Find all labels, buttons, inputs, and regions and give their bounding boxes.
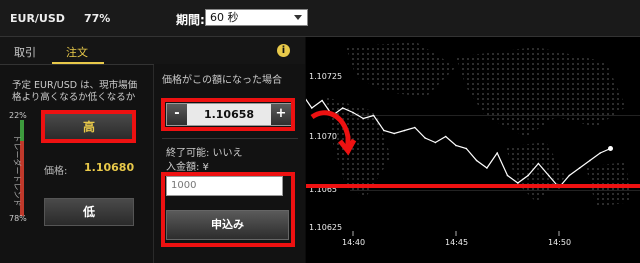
price-point: [547, 174, 550, 177]
price-point: [527, 174, 529, 177]
price-point: [475, 159, 478, 162]
price-hint: 価格がこの額になった場合: [162, 75, 282, 86]
x-tick-label: 14:45: [445, 238, 469, 247]
price-point: [311, 107, 313, 109]
top-bar: EUR/USD 77% 期間: 60 秒: [0, 0, 640, 37]
y-tick-label: 1.10725: [309, 72, 343, 81]
price-point: [383, 129, 385, 132]
payout-percent: 77%: [84, 12, 111, 25]
x-tick-label: 14:50: [548, 238, 572, 247]
trend-up-percent: 22%: [9, 111, 27, 120]
price-point: [362, 117, 365, 120]
price-point: [506, 174, 509, 177]
y-tick-label: 1.10625: [309, 223, 343, 232]
highlight-amount-apply: [161, 172, 295, 247]
divider: [162, 138, 298, 139]
x-tick-label: 14:40: [342, 238, 366, 247]
low-button[interactable]: 低: [44, 198, 134, 226]
price-point: [568, 174, 571, 177]
period-label: 期間:: [176, 13, 205, 27]
chart-canvas: [306, 42, 640, 236]
y-tick-label: 1.1070: [309, 132, 337, 141]
currency-pair: EUR/USD: [10, 12, 65, 25]
trend-down-percent: 78%: [9, 214, 27, 223]
amount-label: 入金額: ¥: [166, 162, 209, 173]
price-point: [537, 162, 540, 165]
target-price-line: [306, 184, 640, 188]
price-point: [589, 159, 591, 162]
expiry-status: 終了可能: いいえ: [166, 148, 243, 159]
price-point: [424, 137, 426, 139]
price-point: [434, 141, 437, 144]
tab-active-indicator: [52, 62, 104, 64]
current-price: 1.10680: [84, 161, 135, 174]
chevron-down-icon: [294, 15, 302, 20]
period-value: 60 秒: [210, 11, 239, 24]
price-point: [496, 152, 498, 154]
price-point: [321, 99, 323, 102]
highlight-high-button: [41, 110, 136, 143]
last-price-dot: [608, 146, 613, 151]
period-select[interactable]: 60 秒: [205, 9, 308, 26]
price-point: [578, 167, 581, 169]
axis-ticks: [352, 231, 560, 236]
prediction-question: 予定 EUR/USD は、現市場価格より高くなるか低くなるか: [12, 80, 138, 103]
price-point: [372, 114, 375, 117]
price-point: [403, 129, 406, 132]
info-icon[interactable]: i: [277, 44, 290, 57]
tab-trade[interactable]: 取引: [14, 44, 36, 60]
trader-trend-label: トレーダートレンド: [12, 134, 22, 207]
tab-order[interactable]: 注文: [66, 44, 88, 60]
price-point: [393, 132, 395, 135]
price-label: 価格:: [44, 166, 68, 177]
price-point: [465, 147, 468, 150]
price-point: [455, 144, 457, 147]
price-point: [414, 126, 416, 129]
price-point: [352, 111, 354, 114]
price-chart[interactable]: 1.10725 1.1070 1.1065 1.10625 14:40 14:4…: [306, 37, 640, 263]
price-point: [486, 167, 488, 169]
tab-bar: 取引 注文 i: [0, 37, 305, 65]
price-point: [599, 152, 601, 154]
price-point: [341, 107, 344, 109]
highlight-stepper: [161, 98, 295, 131]
price-point: [444, 135, 447, 138]
